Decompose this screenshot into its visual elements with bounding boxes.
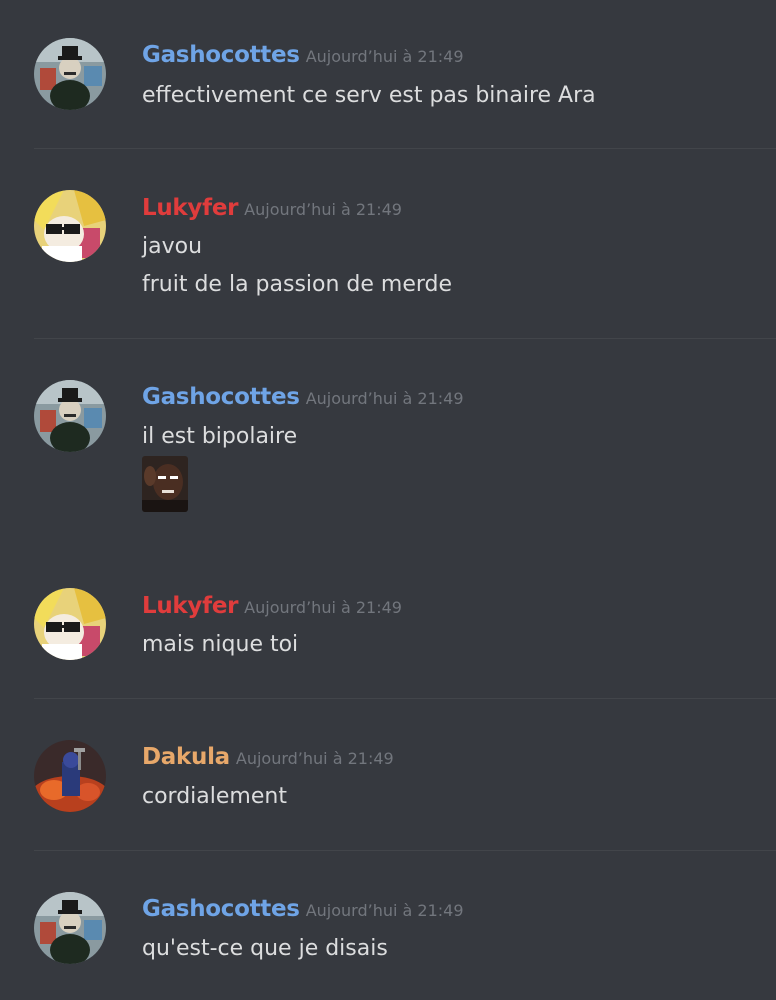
- avatar-image: [34, 740, 106, 812]
- emoji-image: [142, 456, 188, 512]
- avatar-image: [34, 38, 106, 110]
- message-text: il est bipolaire: [142, 424, 298, 449]
- divider: [34, 850, 776, 851]
- message-text: javou: [142, 234, 203, 259]
- avatar-image: [34, 588, 106, 660]
- message-text: fruit de la passion de merde: [142, 272, 453, 297]
- message-header: Gashocottes Aujourd’hui à 21:49: [142, 382, 464, 412]
- username[interactable]: Gashocottes: [142, 42, 300, 68]
- dakula-avatar[interactable]: [34, 740, 106, 812]
- username[interactable]: Gashocottes: [142, 384, 300, 410]
- message-header: Lukyfer Aujourd’hui à 21:49: [142, 193, 402, 223]
- divider: [34, 338, 776, 339]
- timestamp: Aujourd’hui à 21:49: [244, 598, 402, 617]
- username[interactable]: Lukyfer: [142, 195, 238, 221]
- timestamp: Aujourd’hui à 21:49: [305, 901, 464, 920]
- message-text: mais nique toi: [142, 632, 299, 657]
- avatar-image: [34, 892, 106, 964]
- divider: [34, 698, 776, 699]
- timestamp: Aujourd’hui à 21:49: [305, 389, 464, 408]
- lukyfer-avatar[interactable]: [34, 588, 106, 660]
- thinking-man-emoji[interactable]: [142, 456, 188, 512]
- gashocottes-avatar[interactable]: [34, 892, 106, 964]
- lukyfer-avatar[interactable]: [34, 190, 106, 262]
- message-text: effectivement ce serv est pas binaire Ar…: [142, 83, 596, 108]
- message-header: Gashocottes Aujourd’hui à 21:49: [142, 40, 464, 70]
- chat-messages: Gashocottes Aujourd’hui à 21:49 effective…: [0, 0, 776, 1000]
- timestamp: Aujourd’hui à 21:49: [305, 47, 464, 66]
- username[interactable]: Gashocottes: [142, 896, 300, 922]
- message-header: Lukyfer Aujourd’hui à 21:49: [142, 591, 402, 621]
- avatar-image: [34, 380, 106, 452]
- gashocottes-avatar[interactable]: [34, 38, 106, 110]
- username[interactable]: Dakula: [142, 744, 230, 770]
- timestamp: Aujourd’hui à 21:49: [235, 749, 394, 768]
- message-text: cordialement: [142, 784, 287, 809]
- message-header: Gashocottes Aujourd’hui à 21:49: [142, 894, 464, 924]
- avatar-image: [34, 190, 106, 262]
- timestamp: Aujourd’hui à 21:49: [244, 200, 402, 219]
- divider: [34, 148, 776, 149]
- gashocottes-avatar[interactable]: [34, 380, 106, 452]
- message-header: Dakula Aujourd’hui à 21:49: [142, 742, 394, 772]
- message-text: qu'est-ce que je disais: [142, 936, 388, 961]
- username[interactable]: Lukyfer: [142, 593, 238, 619]
